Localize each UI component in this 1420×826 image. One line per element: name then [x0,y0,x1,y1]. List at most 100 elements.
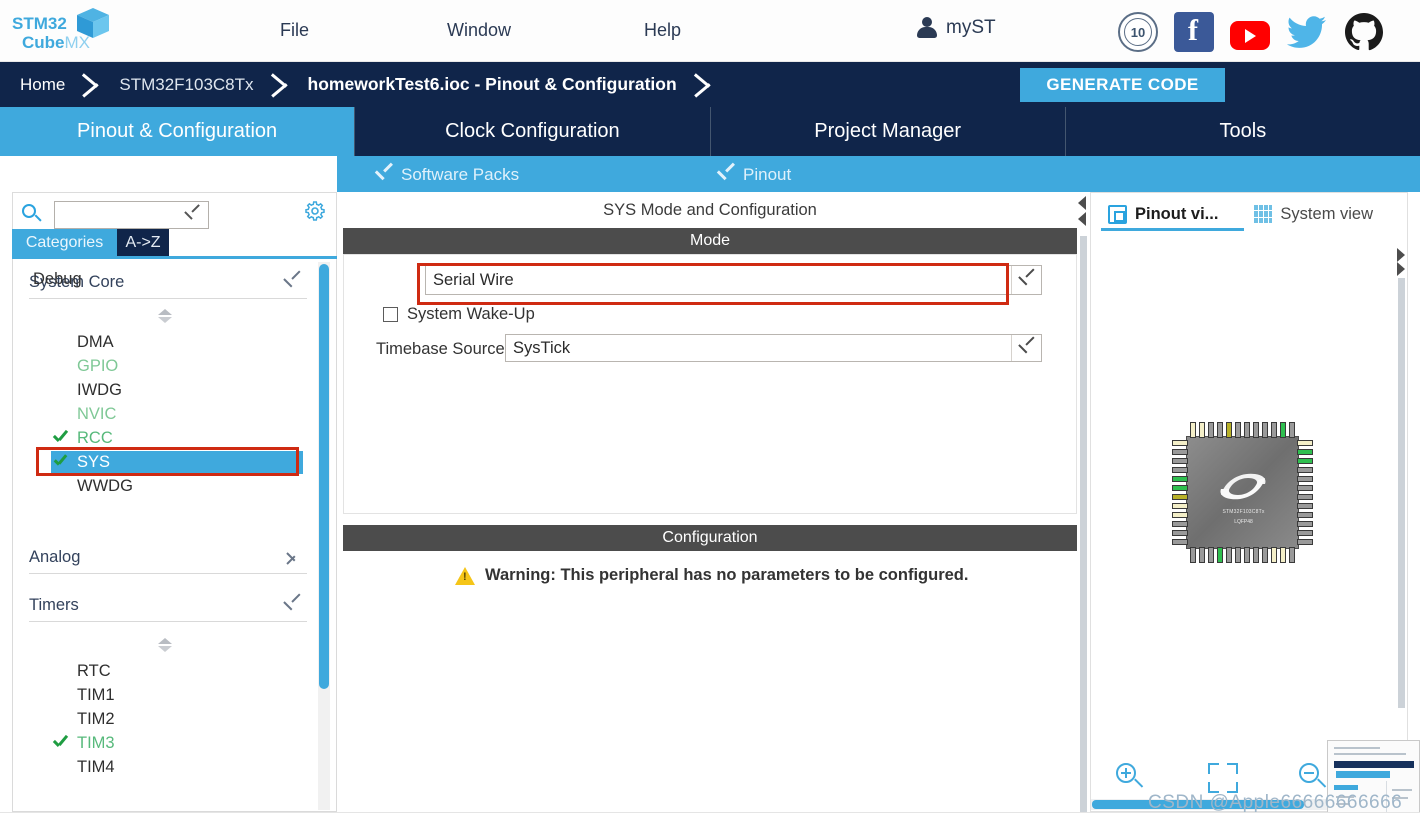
stm32cubemx-logo: STM32 CubeMX [6,3,116,59]
sidebar-item-gpio[interactable]: GPIO [51,355,303,378]
tab-a-to-z[interactable]: A->Z [117,229,169,257]
timebase-source-select[interactable]: SysTick [505,334,1042,362]
sidebar-item-tim4[interactable]: TIM4 [51,756,303,779]
tab-pinout-view-label: Pinout vi... [1135,204,1219,223]
configuration-band: Configuration [343,525,1077,551]
chevron-down-icon [284,601,301,611]
menu-file[interactable]: File [266,16,323,45]
csdn-watermark: CSDN @Apple66666666666 [1148,792,1403,813]
anniversary-badge-label: 10 [1124,18,1152,46]
generate-code-button[interactable]: GENERATE CODE [1020,68,1225,102]
tab-categories[interactable]: Categories [12,229,117,257]
list-scroll-spinner[interactable] [158,309,174,323]
panel-divider-right[interactable] [1398,278,1405,708]
menu-help[interactable]: Help [630,16,695,45]
pinout-view-tabs: Pinout vi... System view [1100,198,1400,230]
gear-icon[interactable] [303,199,327,223]
sidebar-group-analog-header[interactable]: Analog [29,548,307,574]
logo-cube-label: Cube [22,32,65,52]
chevron-separator-icon [79,62,105,107]
chevron-right-icon [287,549,299,566]
st-logo-icon [1220,473,1266,500]
facebook-icon[interactable] [1174,12,1214,52]
breadcrumb-home[interactable]: Home [0,62,79,107]
tab-clock-configuration[interactable]: Clock Configuration [355,107,711,156]
software-packs-dropdown[interactable]: Software Packs [376,165,519,185]
github-icon[interactable] [1344,12,1384,52]
bottom-strip [0,812,1420,826]
panel-expand-handle[interactable] [1396,248,1407,276]
tab-tools-label: Tools [1219,120,1267,142]
sidebar-item-iwdg[interactable]: IWDG [51,379,303,402]
tab-project-manager-label: Project Manager [814,120,961,142]
chip-part-label: STM32F103C8Tx [1222,509,1265,515]
stm32cubemx-window: STM32 CubeMX File Window Help myST 10 f … [0,0,1420,826]
main-tabs: Pinout & Configuration Clock Configurati… [0,107,1420,156]
chevron-down-icon[interactable] [1011,335,1041,361]
sidebar-item-wwdg[interactable]: WWDG [51,475,303,498]
sidebar-scrollbar-thumb[interactable] [319,264,329,689]
sidebar-item-rtc[interactable]: RTC [51,660,303,683]
timebase-source-value: SysTick [513,338,571,357]
sidebar-item-nvic-label: NVIC [77,405,117,423]
sidebar-item-rcc[interactable]: RCC [51,427,303,450]
debug-select-value: Serial Wire [433,270,514,289]
search-input[interactable] [54,201,209,229]
sidebar-item-sys-label: SYS [77,453,111,471]
zoom-out-button[interactable] [1298,762,1330,794]
chip-diagram[interactable]: STM32F103C8Tx LQFP48 [1170,420,1315,565]
myst-account-button[interactable]: myST [916,16,996,40]
sidebar-item-tim1[interactable]: TIM1 [51,684,303,707]
tab-pinout-configuration[interactable]: Pinout & Configuration [0,107,356,156]
sidebar-item-sys[interactable]: SYS [51,451,303,474]
panel-title: SYS Mode and Configuration [343,196,1077,224]
tab-clock-configuration-label: Clock Configuration [445,120,620,142]
tab-project-manager[interactable]: Project Manager [711,107,1066,156]
system-wakeup-checkbox[interactable] [383,307,398,322]
sidebar-item-iwdg-label: IWDG [77,381,122,399]
menu-items: File Window Help [266,16,695,45]
sidebar-tabs-underline [12,256,337,259]
system-wakeup-row[interactable]: System Wake-Up [383,305,535,324]
chevron-separator-icon [268,62,294,107]
sidebar-item-dma[interactable]: DMA [51,331,303,354]
logo-stm32-label: STM32 [12,13,67,33]
sidebar-item-wwdg-label: WWDG [77,477,133,495]
breadcrumb-home-label: Home [20,74,66,94]
sidebar-group-analog: Analog [29,548,307,574]
chevron-down-icon[interactable] [1011,266,1041,294]
sidebar-group-timers: Timers [29,596,307,622]
chevron-down-icon [376,170,392,180]
person-icon [916,16,938,40]
sidebar-group-analog-label: Analog [29,548,81,566]
list-scroll-spinner[interactable] [158,638,174,652]
mode-band: Mode [343,228,1077,254]
sidebar-item-tim2[interactable]: TIM2 [51,708,303,731]
menu-window[interactable]: Window [433,16,525,45]
sidebar-item-tim4-label: TIM4 [77,758,115,776]
tab-pinout-view[interactable]: Pinout vi... [1108,204,1219,224]
sidebar-item-tim2-label: TIM2 [77,710,115,728]
sidebar-item-tim1-label: TIM1 [77,686,115,704]
sidebar-group-timers-header[interactable]: Timers [29,596,307,622]
zoom-in-button[interactable] [1115,762,1147,794]
fit-to-view-button[interactable] [1207,763,1238,793]
pinout-dropdown[interactable]: Pinout [718,165,791,185]
sidebar-item-rcc-label: RCC [77,429,113,447]
panel-collapse-handle[interactable] [1076,196,1090,236]
breadcrumb-device[interactable]: STM32F103C8Tx [105,62,267,107]
panel-divider-left[interactable] [1080,236,1087,812]
sidebar-item-gpio-label: GPIO [77,357,119,375]
tab-tools[interactable]: Tools [1066,107,1420,156]
breadcrumb-file[interactable]: homeworkTest6.ioc - Pinout & Configurati… [294,62,691,107]
youtube-icon[interactable] [1230,20,1270,50]
anniversary-badge-icon[interactable]: 10 [1118,12,1158,52]
debug-select[interactable]: Serial Wire [425,265,1042,295]
tab-system-view-label: System view [1280,204,1374,223]
tab-system-view[interactable]: System view [1254,205,1373,224]
twitter-icon[interactable] [1286,12,1328,52]
pinout-label: Pinout [743,165,792,184]
sidebar-item-tim3[interactable]: TIM3 [51,732,303,755]
breadcrumb-device-label: STM32F103C8Tx [119,74,254,94]
sidebar-item-nvic[interactable]: NVIC [51,403,303,426]
